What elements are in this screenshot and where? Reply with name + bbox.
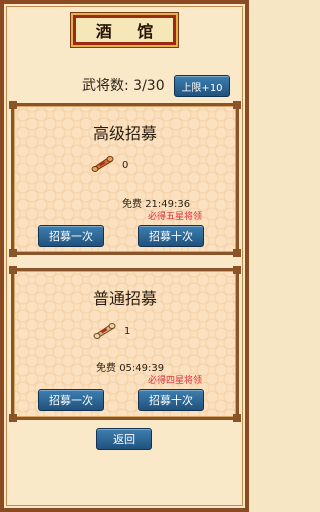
panel-corner	[9, 414, 17, 422]
panel-corner	[9, 249, 17, 257]
free-label: 免费	[122, 199, 142, 210]
scroll-icon	[93, 323, 116, 339]
general-count-value: 3/30	[133, 78, 165, 94]
normal-free-timer: 免费 05:49:39	[96, 359, 164, 374]
premium-guarantee: 必得五星将领	[148, 212, 203, 222]
general-count-label: 武将数:	[82, 78, 129, 94]
panel-corner	[9, 101, 17, 109]
panel-corner	[9, 266, 17, 274]
panel-corner	[233, 414, 241, 422]
normal-recruit-ten-button[interactable]: 招募十次	[138, 389, 204, 411]
panel-title: 普通招募	[92, 289, 157, 308]
free-label: 免费	[96, 363, 116, 374]
premium-free-timer: 免费 21:49:36	[122, 195, 190, 210]
premium-recruit-ten-button[interactable]: 招募十次	[138, 225, 204, 247]
general-count: 武将数: 3/30	[82, 76, 165, 96]
panel-title: 高级招募	[92, 124, 157, 143]
premium-item-count: 0	[122, 160, 129, 171]
normal-recruit-panel: 普通招募 1 免费 05:49:39 必得四星将领 招募一次 招募十次	[9, 266, 241, 422]
panel-corner	[233, 249, 241, 257]
premium-recruit-once-button[interactable]: 招募一次	[38, 225, 104, 247]
back-button[interactable]: 返回	[96, 428, 152, 450]
scroll-icon	[91, 156, 114, 172]
panel-corner	[233, 266, 241, 274]
normal-guarantee: 必得四星将领	[148, 376, 203, 386]
premium-recruit-panel: 高级招募 0 免费 21:49:36 必得五星将领 招募一次 招募十次	[9, 101, 241, 257]
title-plaque: 酒 馆	[73, 15, 176, 45]
page-title: 酒 馆	[95, 22, 164, 41]
raise-limit-button[interactable]: 上限+10	[174, 75, 230, 97]
panel-corner	[233, 101, 241, 109]
normal-recruit-once-button[interactable]: 招募一次	[38, 389, 104, 411]
normal-item-count: 1	[124, 326, 131, 337]
